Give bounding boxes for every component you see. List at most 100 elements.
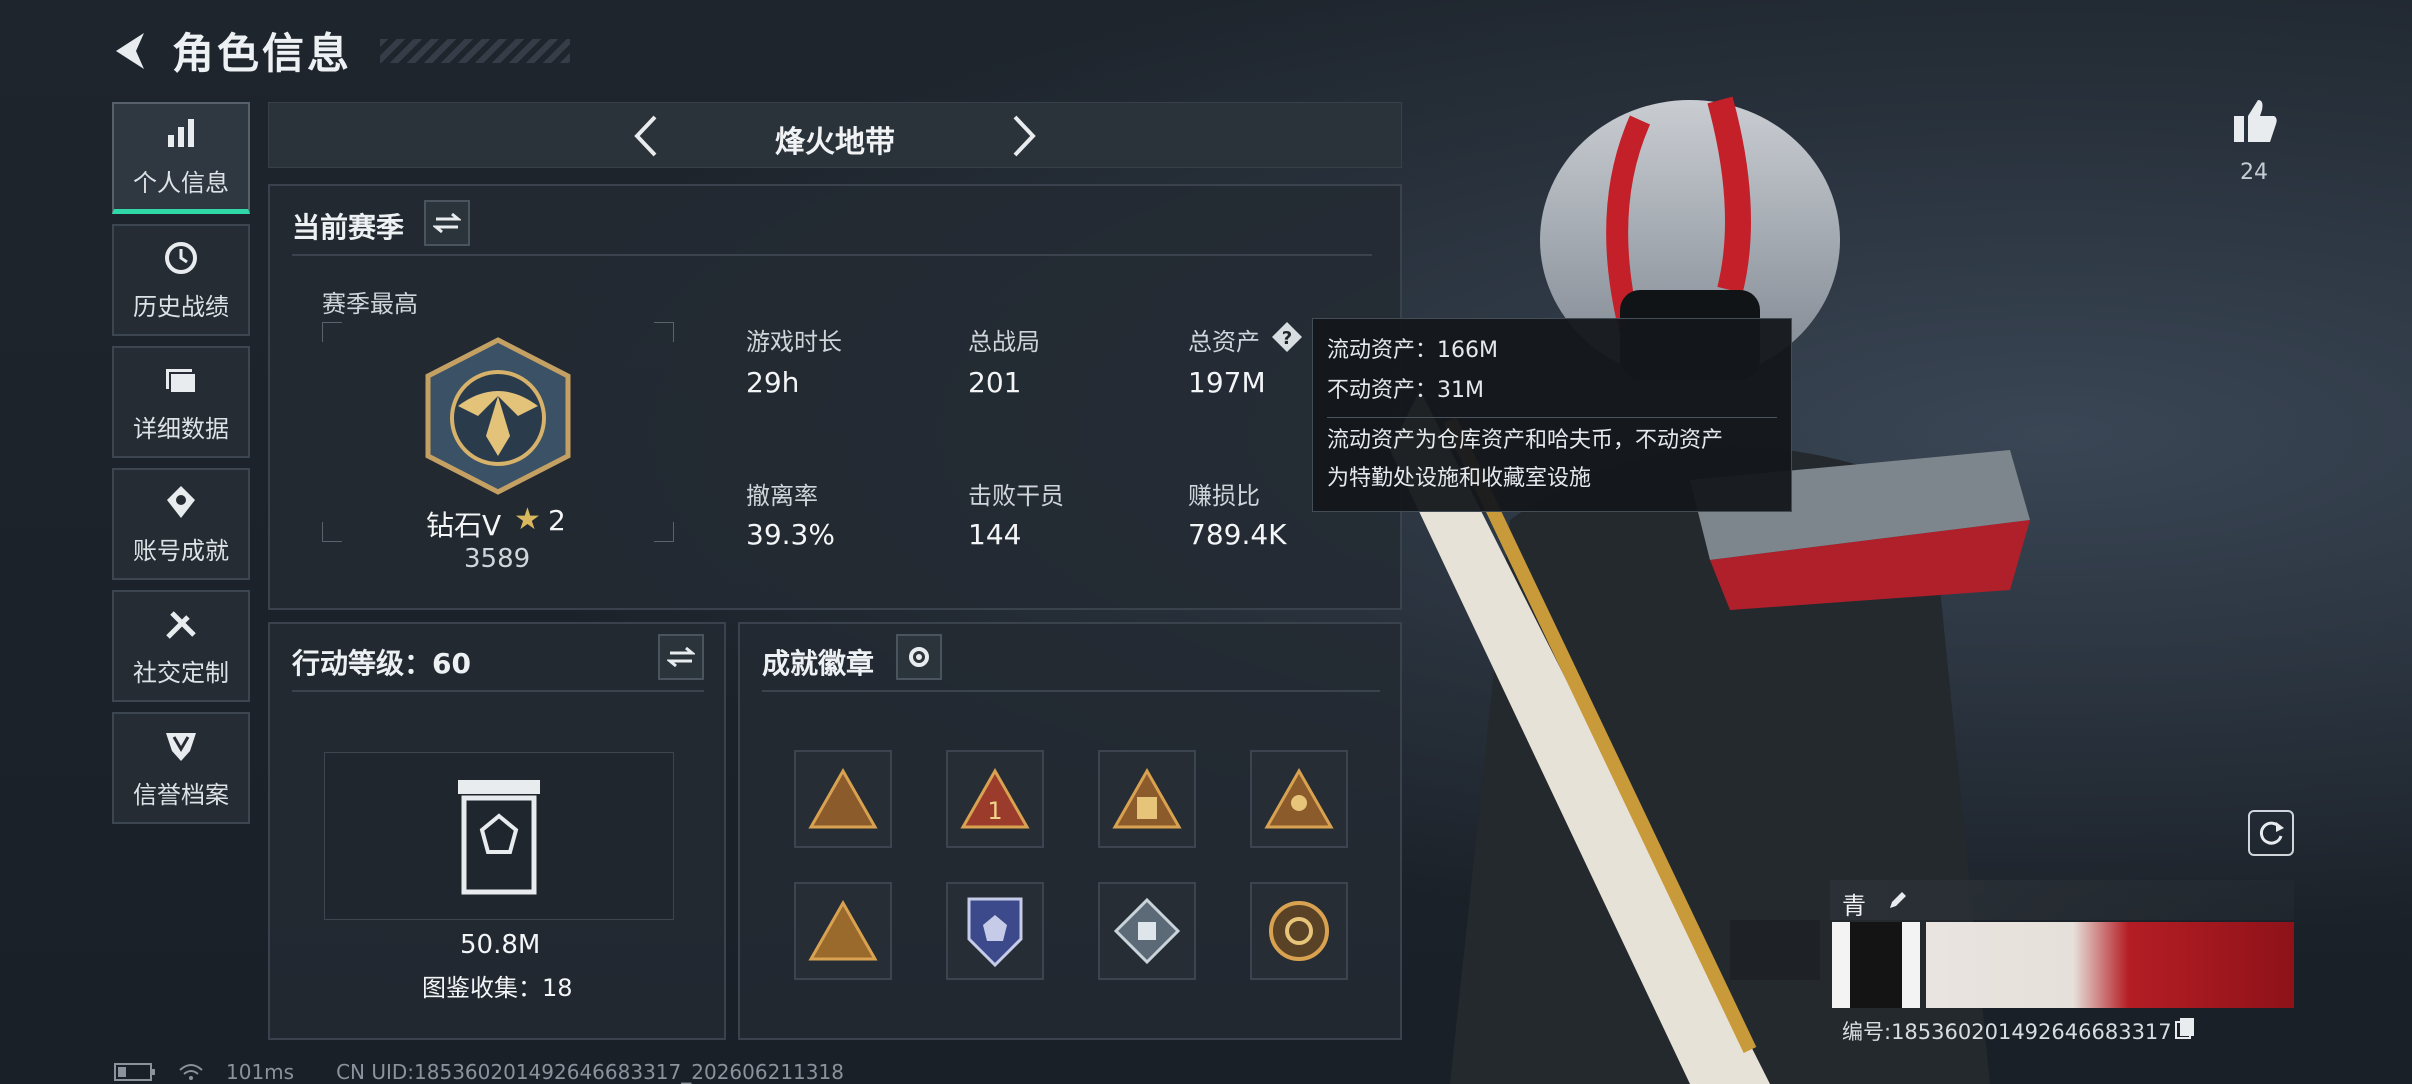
copy-icon[interactable] <box>2174 1016 2196 1040</box>
action-level-title: 行动等级：60 <box>292 647 471 680</box>
stat-value-extract-rate: 39.3% <box>746 518 835 551</box>
uid-text: CN UID:185360201492646683317_20260621131… <box>336 1060 844 1084</box>
badge-slot[interactable] <box>1098 882 1196 980</box>
tooltip-description-line1: 流动资产为仓库资产和哈夫币，不动资产 <box>1327 428 1724 453</box>
battery-icon <box>114 1063 155 1081</box>
badge-slot[interactable] <box>1250 750 1348 848</box>
svg-text:1: 1 <box>987 797 1002 825</box>
achievement-icon <box>167 485 195 518</box>
triangle-badge-icon <box>808 899 878 961</box>
stat-label-extract-rate: 撤离率 <box>746 482 818 510</box>
badge-slot[interactable]: 1 <box>946 750 1044 848</box>
tooltip-description-line2: 为特勤处设施和收藏室设施 <box>1327 466 1592 491</box>
swap-icon <box>667 646 695 668</box>
collection-count: 图鉴收集：18 <box>422 974 573 1002</box>
profile-banner[interactable] <box>1832 922 2294 1008</box>
svg-text:?: ? <box>1282 328 1292 349</box>
badge-slot[interactable] <box>946 882 1044 980</box>
crate-badge-icon <box>1112 767 1182 829</box>
sidebar-item-label: 个人信息 <box>133 169 229 197</box>
help-icon[interactable]: ? <box>1270 320 1304 354</box>
season-title: 当前赛季 <box>292 211 405 244</box>
season-best-label: 赛季最高 <box>322 290 418 318</box>
soldier-badge-icon <box>1264 767 1334 829</box>
status-bar: 101ms CN UID:185360201492646683317_20260… <box>114 1060 844 1084</box>
badge-slot[interactable] <box>1250 882 1348 980</box>
sidebar-item-reputation[interactable]: 信誉档案 <box>112 712 250 824</box>
ping-text: 101ms <box>226 1060 295 1084</box>
profile-id: 编号:185360201492646683317 <box>1842 1020 2172 1044</box>
stat-value-total-assets: 197M <box>1188 366 1266 399</box>
stat-value-kills: 144 <box>968 518 1022 551</box>
refresh-icon <box>2259 821 2284 845</box>
diamond-rank-emblem-icon <box>425 337 571 495</box>
sidebar-item-detail-data[interactable]: 详细数据 <box>112 346 250 458</box>
sidebar-item-label: 社交定制 <box>133 658 229 687</box>
edit-icon[interactable] <box>1886 888 1910 912</box>
rank-star-icon: ★ <box>514 502 541 537</box>
sidebar-item-label: 历史战绩 <box>133 292 229 321</box>
back-arrow-icon[interactable] <box>110 29 154 73</box>
badge-slot[interactable] <box>794 750 892 848</box>
bar-chart-icon <box>168 119 194 147</box>
coin-badge-icon <box>1269 901 1329 961</box>
stat-value-matches: 201 <box>968 366 1022 399</box>
sidebar-item-label: 账号成就 <box>133 536 229 565</box>
page-title: 角色信息 <box>172 29 353 78</box>
stat-value-playtime: 29h <box>746 366 800 399</box>
sidebar-item-personal-info[interactable]: 个人信息 <box>112 102 250 214</box>
sidebar: 个人信息 历史战绩 详细数据 账号成就 社交定制 信誉档案 <box>112 102 250 834</box>
action-level-panel: 行动等级：60 50.8M 图鉴收集：18 <box>268 622 726 1040</box>
folder-icon <box>166 368 197 394</box>
stat-label-total-assets: 总资产 <box>1188 328 1260 356</box>
badge-slot[interactable] <box>1098 750 1196 848</box>
tooltip-fixed-assets: 不动资产：31M <box>1327 378 1484 403</box>
thumbs-up-icon[interactable] <box>2230 96 2280 146</box>
swap-icon <box>433 212 461 234</box>
shield-icon <box>166 732 196 761</box>
gear-icon <box>909 647 929 667</box>
rank-stars: 2 <box>548 504 566 537</box>
rank-name: 钻石V <box>426 509 502 542</box>
badge-slot[interactable] <box>794 882 892 980</box>
triangle-badge-icon <box>808 767 878 829</box>
sidebar-item-history[interactable]: 历史战绩 <box>112 224 250 336</box>
history-icon <box>165 241 197 274</box>
tools-icon <box>166 610 196 639</box>
page-header: 角色信息 <box>110 20 571 81</box>
action-level-divider <box>292 690 704 692</box>
title-decoration <box>380 38 571 63</box>
mode-title: 烽火地带 <box>775 125 895 160</box>
rank-points: 3589 <box>464 544 531 574</box>
action-level-switch-button[interactable] <box>658 634 704 680</box>
sidebar-item-label: 信誉档案 <box>133 780 229 809</box>
collection-locker-icon <box>458 780 540 895</box>
action-level-value: 50.8M <box>460 930 541 960</box>
likes-count: 24 <box>2240 160 2268 185</box>
stat-label-playtime: 游戏时长 <box>746 328 842 356</box>
profile-avatar <box>1832 922 1920 1008</box>
achievement-badges-panel: 成就徽章 1 <box>738 622 1402 1040</box>
stat-label-kills: 击败干员 <box>968 482 1064 510</box>
sidebar-item-achievements[interactable]: 账号成就 <box>112 468 250 580</box>
badges-divider <box>762 690 1380 692</box>
mode-switcher: 烽火地带 <box>268 102 1402 168</box>
season-switch-button[interactable] <box>424 200 470 246</box>
season-divider <box>292 254 1372 256</box>
profile-card-image <box>1926 922 2294 1008</box>
current-season-panel: 当前赛季 赛季最高 钻石V ★ 2 3589 游戏时长 29h 总战局 201 … <box>268 184 1402 610</box>
rank-one-badge-icon: 1 <box>960 767 1030 829</box>
profile-name-bar: 青 <box>1830 880 2294 920</box>
profile-name: 青 <box>1842 892 1866 920</box>
stat-label-profit-ratio: 赚损比 <box>1188 482 1260 510</box>
stat-value-profit-ratio: 789.4K <box>1188 518 1287 551</box>
badges-settings-button[interactable] <box>896 634 942 680</box>
sidebar-item-social-custom[interactable]: 社交定制 <box>112 590 250 702</box>
badges-title: 成就徽章 <box>762 647 875 680</box>
assets-tooltip: 流动资产：166M 不动资产：31M 流动资产为仓库资产和哈夫币，不动资产 为特… <box>1312 318 1792 512</box>
rotate-view-button[interactable] <box>2248 810 2294 856</box>
shield-badge-icon <box>967 897 1023 968</box>
diamond-badge-icon <box>1113 897 1181 965</box>
tooltip-liquid-assets: 流动资产：166M <box>1327 338 1498 363</box>
next-mode-button[interactable] <box>999 113 1045 159</box>
